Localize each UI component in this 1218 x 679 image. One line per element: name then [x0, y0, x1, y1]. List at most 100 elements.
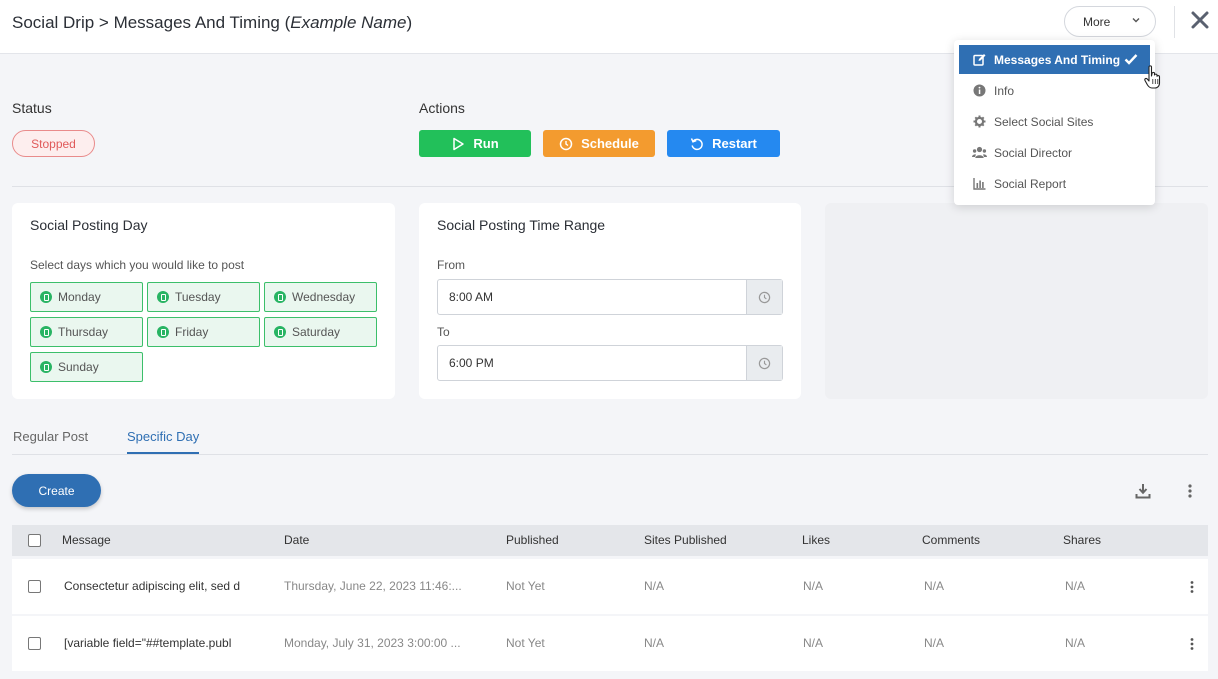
check-icon [40, 291, 52, 303]
tab-divider [12, 454, 1208, 455]
time-range-card: Social Posting Time Range From 8:00 AM T… [419, 203, 801, 399]
posting-day-card: Social Posting Day Select days which you… [12, 203, 395, 399]
column-header[interactable]: Comments [922, 533, 980, 547]
sites-published-cell: N/A [644, 579, 665, 593]
check-icon [1124, 54, 1138, 65]
column-header[interactable]: Published [506, 533, 559, 547]
users-icon [972, 146, 987, 158]
more-dropdown-menu: Messages And Timing Info Select Social S… [954, 40, 1155, 205]
select-all-checkbox[interactable] [28, 534, 41, 547]
create-button[interactable]: Create [12, 474, 101, 507]
day-toggle-thursday[interactable]: Thursday [30, 317, 143, 347]
restart-label: Restart [712, 136, 757, 151]
shares-cell: N/A [1065, 636, 1086, 650]
day-toggle-wednesday[interactable]: Wednesday [264, 282, 377, 312]
shares-cell: N/A [1065, 579, 1086, 593]
play-icon [453, 137, 465, 150]
day-label: Friday [175, 325, 209, 339]
gear-icon [973, 115, 986, 128]
table-header: Message Date Published Sites Published L… [12, 525, 1208, 556]
close-icon[interactable] [1190, 10, 1210, 30]
download-icon[interactable] [1133, 481, 1153, 501]
restart-button[interactable]: Restart [667, 130, 780, 157]
menu-item-select-social-sites[interactable]: Select Social Sites [959, 107, 1150, 136]
day-toggle-friday[interactable]: Friday [147, 317, 260, 347]
day-toggle-saturday[interactable]: Saturday [264, 317, 377, 347]
day-label: Monday [58, 290, 101, 304]
clock-icon[interactable] [746, 280, 782, 314]
date-cell: Monday, July 31, 2023 3:00:00 ... [284, 636, 461, 650]
check-icon [157, 291, 169, 303]
to-time-field[interactable]: 6:00 PM [437, 345, 783, 381]
sites-published-cell: N/A [644, 636, 665, 650]
menu-item-info[interactable]: Info [959, 76, 1150, 105]
schedule-button[interactable]: Schedule [543, 130, 655, 157]
clock-icon[interactable] [746, 346, 782, 380]
tab-regular-post[interactable]: Regular Post [13, 429, 88, 454]
row-menu-icon[interactable] [1190, 638, 1194, 650]
comments-cell: N/A [924, 579, 945, 593]
to-time-value: 6:00 PM [449, 356, 494, 370]
from-time-field[interactable]: 8:00 AM [437, 279, 783, 315]
date-cell: Thursday, June 22, 2023 11:46:... [284, 579, 462, 593]
menu-item-label: Social Report [994, 176, 1067, 191]
title-suffix: ) [406, 13, 413, 32]
table-row[interactable]: Consectetur adipiscing elit, sed d Thurs… [12, 559, 1208, 614]
day-label: Tuesday [175, 290, 221, 304]
check-icon [40, 361, 52, 373]
more-vertical-icon[interactable] [1180, 481, 1200, 501]
menu-item-social-director[interactable]: Social Director [959, 138, 1150, 167]
column-header[interactable]: Sites Published [644, 533, 727, 547]
run-label: Run [473, 136, 499, 151]
row-menu-icon[interactable] [1190, 581, 1194, 593]
more-label: More [1083, 14, 1111, 29]
status-badge: Stopped [12, 130, 95, 157]
message-cell: Consectetur adipiscing elit, sed d [64, 579, 241, 593]
day-label: Saturday [292, 325, 341, 339]
bar-chart-icon [973, 178, 986, 190]
schedule-label: Schedule [581, 136, 639, 151]
check-icon [40, 326, 52, 338]
day-label: Wednesday [292, 290, 356, 304]
menu-item-label: Info [994, 83, 1015, 98]
row-checkbox[interactable] [28, 637, 41, 650]
menu-item-social-report[interactable]: Social Report [959, 169, 1150, 198]
tab-specific-day[interactable]: Specific Day [127, 429, 200, 454]
check-icon [157, 326, 169, 338]
column-header[interactable]: Likes [802, 533, 830, 547]
empty-card [825, 203, 1208, 399]
day-toggle-tuesday[interactable]: Tuesday [147, 282, 260, 312]
published-cell: Not Yet [506, 579, 545, 593]
posting-day-title: Social Posting Day [30, 217, 148, 233]
edit-icon [973, 54, 986, 66]
day-toggle-sunday[interactable]: Sunday [30, 352, 143, 382]
divider [1174, 6, 1175, 38]
column-header[interactable]: Shares [1063, 533, 1101, 547]
table-row[interactable]: [variable field="##template.publ Monday,… [12, 616, 1208, 671]
day-label: Sunday [58, 360, 99, 374]
published-cell: Not Yet [506, 636, 545, 650]
menu-item-label: Social Director [994, 145, 1073, 160]
clock-icon [559, 137, 573, 150]
likes-cell: N/A [803, 636, 824, 650]
from-time-value: 8:00 AM [449, 290, 494, 304]
run-button[interactable]: Run [419, 130, 531, 157]
status-label: Status [12, 100, 52, 116]
day-label: Thursday [58, 325, 109, 339]
column-header[interactable]: Date [284, 533, 309, 547]
day-toggle-monday[interactable]: Monday [30, 282, 143, 312]
check-icon [274, 291, 286, 303]
to-label: To [437, 325, 450, 339]
menu-item-messages-and-timing[interactable]: Messages And Timing [959, 45, 1150, 74]
more-button[interactable]: More [1064, 6, 1156, 37]
row-checkbox[interactable] [28, 580, 41, 593]
menu-item-label: Select Social Sites [994, 114, 1094, 129]
hand-cursor-icon [1144, 65, 1161, 89]
chevron-down-icon [1132, 18, 1140, 23]
actions-label: Actions [419, 100, 465, 116]
posting-day-instruction: Select days which you would like to post [30, 258, 245, 272]
page-title: Social Drip > Messages And Timing (Examp… [12, 13, 412, 33]
info-icon [973, 84, 986, 97]
from-label: From [437, 258, 465, 272]
column-header[interactable]: Message [62, 533, 111, 547]
